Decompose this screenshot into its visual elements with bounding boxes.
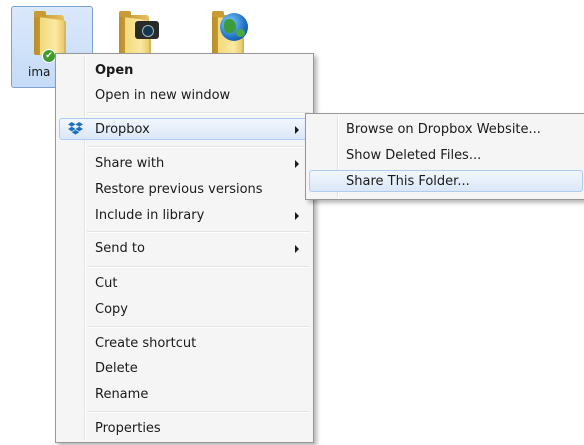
menu-item-include-library[interactable]: Include in library	[59, 204, 310, 226]
submenu-item-label: Share This Folder...	[346, 174, 470, 189]
submenu-item-share-folder[interactable]: Share This Folder...	[309, 170, 583, 192]
globe-icon	[220, 13, 248, 41]
submenu-arrow-icon	[295, 160, 299, 168]
camera-icon	[135, 21, 159, 39]
menu-item-label: Properties	[95, 421, 161, 436]
submenu-item-show-deleted[interactable]: Show Deleted Files...	[309, 144, 583, 166]
dropbox-submenu: Browse on Dropbox Website... Show Delete…	[305, 113, 584, 200]
submenu-item-label: Browse on Dropbox Website...	[346, 122, 541, 137]
menu-separator	[87, 231, 310, 233]
submenu-arrow-icon	[295, 212, 299, 220]
submenu-arrow-icon	[295, 126, 299, 134]
folder-label: ima	[28, 65, 51, 79]
menu-item-label: Open	[95, 63, 134, 78]
menu-item-restore-previous[interactable]: Restore previous versions	[59, 178, 310, 200]
menu-separator	[87, 411, 310, 413]
menu-separator	[87, 146, 310, 148]
menu-item-cut[interactable]: Cut	[59, 272, 310, 294]
check-icon: ✔	[42, 49, 56, 63]
menu-item-label: Create shortcut	[95, 336, 197, 351]
menu-separator	[87, 326, 310, 328]
menu-item-label: Include in library	[95, 208, 205, 223]
menu-item-label: Open in new window	[95, 88, 231, 103]
menu-item-send-to[interactable]: Send to	[59, 237, 310, 259]
menu-item-rename[interactable]: Rename	[59, 383, 310, 405]
menu-item-dropbox[interactable]: Dropbox	[59, 118, 310, 140]
context-menu: Open Open in new window Dropbox Share wi…	[55, 53, 314, 443]
submenu-item-browse-website[interactable]: Browse on Dropbox Website...	[309, 118, 583, 140]
submenu-arrow-icon	[295, 245, 299, 253]
dropbox-icon	[68, 122, 83, 135]
menu-item-open-new-window[interactable]: Open in new window	[59, 84, 310, 106]
menu-item-label: Cut	[95, 276, 118, 291]
menu-item-delete[interactable]: Delete	[59, 357, 310, 379]
menu-item-label: Send to	[95, 241, 145, 256]
menu-item-label: Delete	[95, 361, 138, 376]
menu-item-label: Share with	[95, 156, 165, 171]
menu-item-label: Rename	[95, 387, 149, 402]
menu-item-label: Dropbox	[95, 122, 150, 137]
submenu-item-label: Show Deleted Files...	[346, 148, 482, 163]
menu-item-properties[interactable]: Properties	[59, 417, 310, 439]
menu-item-label: Restore previous versions	[95, 182, 263, 197]
menu-item-label: Copy	[95, 302, 128, 317]
menu-separator	[87, 266, 310, 268]
menu-item-share-with[interactable]: Share with	[59, 152, 310, 174]
menu-item-open[interactable]: Open	[59, 59, 310, 81]
menu-item-copy[interactable]: Copy	[59, 298, 310, 320]
menu-separator	[87, 112, 310, 114]
menu-item-create-shortcut[interactable]: Create shortcut	[59, 332, 310, 354]
